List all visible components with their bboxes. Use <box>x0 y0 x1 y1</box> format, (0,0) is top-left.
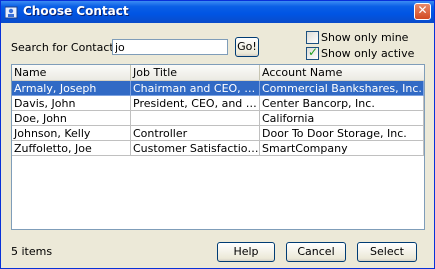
table-header: Name Job Title Account Name <box>12 65 424 81</box>
select-button[interactable]: Select <box>357 242 417 262</box>
cell-account-name: Commercial Bankshares, Inc. <box>260 81 424 96</box>
table-row[interactable]: Davis, John President, CEO, and Director… <box>12 96 424 111</box>
cancel-button[interactable]: Cancel <box>286 242 346 262</box>
close-button[interactable]: ✕ <box>414 3 431 20</box>
search-label: Search for Contact: <box>11 41 118 54</box>
close-icon: ✕ <box>417 3 428 17</box>
title-bar[interactable]: Choose Contact ✕ <box>1 1 434 23</box>
cell-name: Doe, John <box>12 111 131 126</box>
table-row[interactable]: Armaly, Joseph Chairman and CEO, Commerc… <box>12 81 424 96</box>
help-button[interactable]: Help <box>217 242 275 262</box>
cell-account-name: Center Bancorp, Inc. <box>260 96 424 111</box>
show-only-active-label[interactable]: Show only active <box>321 47 414 60</box>
column-header-job-title[interactable]: Job Title <box>131 65 260 80</box>
contact-app-icon <box>5 6 18 19</box>
show-only-active-checkbox[interactable]: ✓ <box>306 45 319 60</box>
cell-job-title: Chairman and CEO, Commercial Bankshares,… <box>131 81 260 96</box>
column-header-account-name[interactable]: Account Name <box>260 65 424 80</box>
cell-name: Johnson, Kelly <box>12 126 131 141</box>
contacts-table[interactable]: Name Job Title Account Name Armaly, Jose… <box>11 64 425 230</box>
cell-name: Davis, John <box>12 96 131 111</box>
table-row[interactable]: Zuffoletto, Joe Customer Satisfaction Re… <box>12 141 424 156</box>
cell-account-name: Door To Door Storage, Inc. <box>260 126 424 141</box>
table-row[interactable]: Doe, John California <box>12 111 424 126</box>
cell-job-title: Customer Satisfaction Rep <box>131 141 260 156</box>
cell-name: Zuffoletto, Joe <box>12 141 131 156</box>
cell-name: Armaly, Joseph <box>12 81 131 96</box>
cell-job-title: President, CEO, and Director; <box>131 96 260 111</box>
cell-job-title <box>131 111 260 126</box>
item-count: 5 items <box>11 245 53 258</box>
column-header-name[interactable]: Name <box>12 65 131 80</box>
table-row[interactable]: Johnson, Kelly Controller Door To Door S… <box>12 126 424 141</box>
cell-account-name: SmartCompany <box>260 141 424 156</box>
cell-job-title: Controller <box>131 126 260 141</box>
show-only-mine-checkbox[interactable] <box>306 31 319 44</box>
window-title: Choose Contact <box>23 4 129 18</box>
cell-account-name: California <box>260 111 424 126</box>
choose-contact-dialog: Choose Contact ✕ Search for Contact: Go!… <box>0 0 435 269</box>
checkmark-icon: ✓ <box>308 45 319 59</box>
show-only-mine-label[interactable]: Show only mine <box>321 31 408 44</box>
go-button[interactable]: Go! <box>235 37 259 57</box>
search-input[interactable] <box>112 39 228 55</box>
